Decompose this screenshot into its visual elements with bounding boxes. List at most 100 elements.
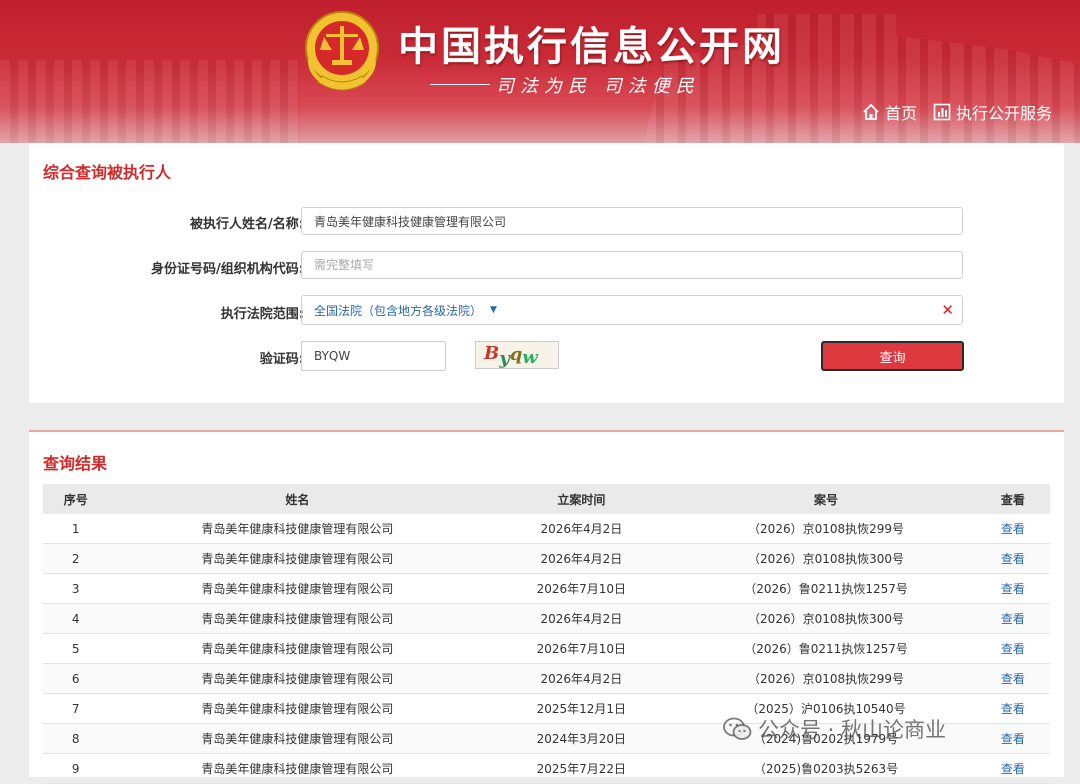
column-header-date: 立案时间 <box>486 484 677 514</box>
view-link[interactable]: 查看 <box>1001 642 1025 656</box>
view-link-cell: 查看 <box>975 693 1050 724</box>
captcha-input[interactable] <box>301 341 446 371</box>
cell-date-cell: 2025年7月22日 <box>486 753 677 784</box>
cell-case-number-cell: （2026）京0108执恢300号 <box>676 603 976 634</box>
view-link-cell: 查看 <box>975 543 1050 574</box>
cell-date: 2025年7月22日 <box>536 762 627 776</box>
cell-date: 2026年7月10日 <box>536 582 627 596</box>
cell-case-number: （2026）鲁0211执恢1257号 <box>744 642 908 656</box>
cell-name: 青岛美年健康科技健康管理有限公司 <box>201 762 394 776</box>
cell-case-number-cell: （2026）鲁0211执恢1257号 <box>676 633 976 664</box>
table-row: 1 青岛美年健康科技健康管理有限公司 2026年4月2日 （2026）京0108执恢2… <box>43 514 1050 544</box>
cell-seq: 2 <box>71 551 80 566</box>
results-header-row: 序号 姓名 立案时间 案号 查看 <box>43 484 1050 514</box>
cell-seq: 6 <box>71 671 80 686</box>
column-header-case: 案号 <box>676 484 976 514</box>
cell-name: 青岛美年健康科技健康管理有限公司 <box>201 702 394 716</box>
captcha-char: q <box>509 343 523 365</box>
cell-seq-cell: 2 <box>43 543 109 574</box>
clear-icon[interactable]: ✕ <box>941 301 954 319</box>
cell-case-number-cell: （2026）鲁0211执恢1257号 <box>676 573 976 604</box>
cell-seq-cell: 7 <box>43 693 109 724</box>
cell-seq-cell: 4 <box>43 603 109 634</box>
cell-date: 2026年7月10日 <box>536 642 627 656</box>
view-link[interactable]: 查看 <box>1001 762 1025 776</box>
cell-seq: 8 <box>71 731 80 746</box>
cell-date-cell: 2026年4月2日 <box>486 663 677 694</box>
cell-date: 2024年3月20日 <box>536 732 627 746</box>
table-row: 9 青岛美年健康科技健康管理有限公司 2025年7月22日 （2025)鲁0203执5… <box>43 753 1050 784</box>
home-icon <box>863 103 879 120</box>
cell-name-cell: 青岛美年健康科技健康管理有限公司 <box>108 514 487 544</box>
cell-date: 2026年4月2日 <box>540 522 623 536</box>
court-range-label: 执行法院范围: <box>220 307 304 322</box>
cell-case-number: （2026）京0108执恢300号 <box>748 552 905 566</box>
view-link-cell: 查看 <box>975 514 1050 544</box>
nav-enforcement-service-label: 执行公开服务 <box>956 104 1053 123</box>
cell-name-cell: 青岛美年健康科技健康管理有限公司 <box>108 693 487 724</box>
wechat-icon <box>723 717 752 740</box>
cell-name-cell: 青岛美年健康科技健康管理有限公司 <box>108 723 487 754</box>
cell-name-cell: 青岛美年健康科技健康管理有限公司 <box>108 603 487 634</box>
chart-icon <box>933 103 951 121</box>
view-link[interactable]: 查看 <box>1001 612 1025 626</box>
court-range-select[interactable]: 全国法院（包含地方各级法院） ▼ ✕ <box>301 295 963 325</box>
cell-name: 青岛美年健康科技健康管理有限公司 <box>201 612 394 626</box>
cell-date-cell: 2026年7月10日 <box>486 633 677 664</box>
cell-case-number: （2026）京0108执恢299号 <box>748 522 905 536</box>
cell-seq: 1 <box>71 521 80 536</box>
view-link[interactable]: 查看 <box>1001 702 1025 716</box>
name-label: 被执行人姓名/名称: <box>190 217 304 232</box>
query-button[interactable]: 查询 <box>821 341 964 371</box>
banner-background-building-left <box>0 60 300 143</box>
cell-date-cell: 2026年4月2日 <box>486 543 677 574</box>
query-form-title: 综合查询被执行人 <box>43 163 172 182</box>
column-header-seq: 序号 <box>43 484 109 514</box>
view-link-cell: 查看 <box>975 723 1050 754</box>
view-link-cell: 查看 <box>975 633 1050 664</box>
cell-date-cell: 2026年4月2日 <box>486 603 677 634</box>
cell-date-cell: 2026年4月2日 <box>486 514 677 544</box>
cell-name: 青岛美年健康科技健康管理有限公司 <box>201 732 394 746</box>
header-banner: 中国执行信息公开网 司法为民 司法便民 首页 执行公开服务 <box>0 0 1080 143</box>
captcha-label: 验证码: <box>259 352 304 367</box>
slogan-divider <box>430 84 490 85</box>
captcha-image[interactable]: B y q w <box>475 341 559 369</box>
view-link-cell: 查看 <box>975 663 1050 694</box>
view-link-cell: 查看 <box>975 603 1050 634</box>
view-link[interactable]: 查看 <box>1001 582 1025 596</box>
cell-name-cell: 青岛美年健康科技健康管理有限公司 <box>108 573 487 604</box>
name-input[interactable] <box>301 207 963 235</box>
cell-case-number-cell: （2026）京0108执恢300号 <box>676 543 976 574</box>
cell-case-number-cell: （2026）京0108执恢299号 <box>676 514 976 544</box>
cell-date-cell: 2026年7月10日 <box>486 573 677 604</box>
view-link-cell: 查看 <box>975 573 1050 604</box>
site-title: 中国执行信息公开网 <box>398 24 785 70</box>
view-link[interactable]: 查看 <box>1001 732 1025 746</box>
cell-seq: 7 <box>71 701 80 716</box>
cell-date-cell: 2024年3月20日 <box>486 723 677 754</box>
view-link[interactable]: 查看 <box>1001 552 1025 566</box>
cell-seq-cell: 3 <box>43 573 109 604</box>
court-range-value: 全国法院（包含地方各级法院） <box>314 303 483 318</box>
cell-seq: 4 <box>71 611 80 626</box>
id-input[interactable] <box>301 251 963 279</box>
cell-seq-cell: 8 <box>43 723 109 754</box>
table-row: 2 青岛美年健康科技健康管理有限公司 2026年4月2日 （2026）京0108执恢3… <box>43 543 1050 574</box>
results-title: 查询结果 <box>43 454 108 473</box>
cell-date-cell: 2025年12月1日 <box>486 693 677 724</box>
court-emblem-icon <box>305 11 379 91</box>
query-form-panel: 综合查询被执行人 被执行人姓名/名称: 身份证号码/组织机构代码: 执行法院范围… <box>29 143 1064 403</box>
cell-seq-cell: 5 <box>43 633 109 664</box>
cell-seq: 9 <box>71 761 80 776</box>
cell-date: 2026年4月2日 <box>540 552 623 566</box>
nav-enforcement-service[interactable]: 执行公开服务 <box>933 100 1052 124</box>
view-link[interactable]: 查看 <box>1001 522 1025 536</box>
cell-case-number: （2026）京0108执恢300号 <box>748 612 905 626</box>
cell-date: 2026年4月2日 <box>540 672 623 686</box>
view-link[interactable]: 查看 <box>1001 672 1025 686</box>
cell-case-number-cell: （2025)鲁0203执5263号 <box>676 753 976 784</box>
nav-home[interactable]: 首页 <box>862 100 917 124</box>
cell-date: 2025年12月1日 <box>536 702 627 716</box>
cell-seq-cell: 9 <box>43 753 109 784</box>
